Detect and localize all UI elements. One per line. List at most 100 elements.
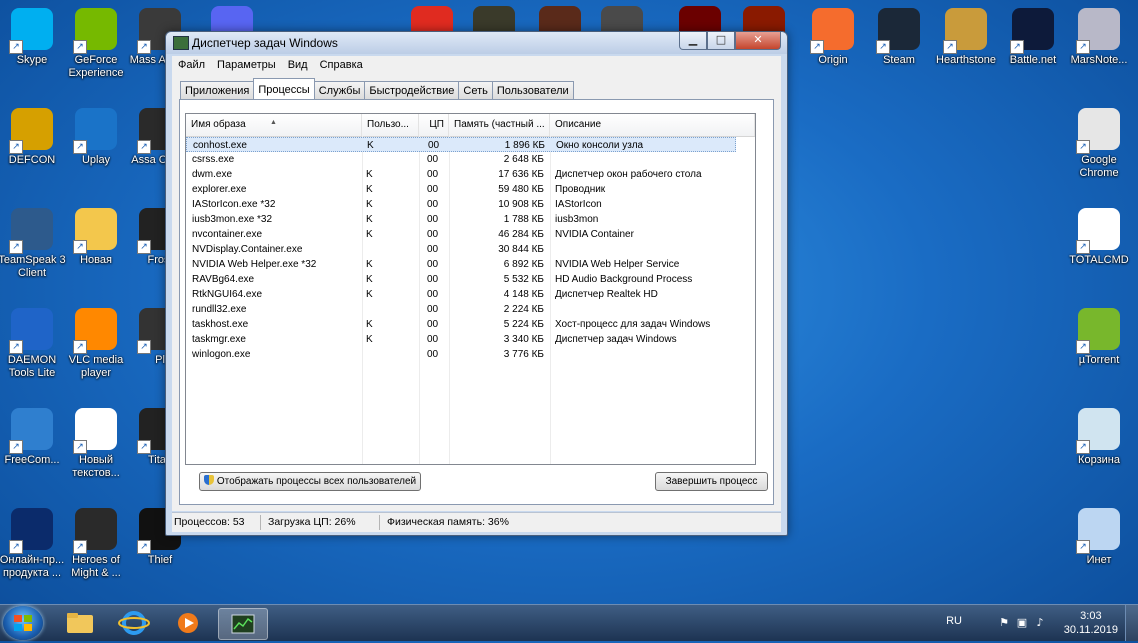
start-button[interactable]: [3, 606, 43, 640]
desktop-shortcut-heroes-of-might[interactable]: ↗ Heroes of Might & ...: [60, 508, 132, 580]
column-header-image-name[interactable]: Имя образа ▲: [186, 114, 362, 136]
cell-user: K: [367, 140, 374, 151]
desktop-shortcut-battle-net[interactable]: ↗ Battle.net: [997, 8, 1069, 67]
table-row[interactable]: RtkNGUI64.exe K 00 4 148 КБ Диспетчер Realte…: [186, 287, 755, 302]
status-cpu-usage: Загрузка ЦП: 26%: [268, 516, 356, 528]
menu-help[interactable]: Справка: [314, 56, 369, 76]
table-row[interactable]: iusb3mon.exe *32 K 00 1 788 КБ iusb3mon: [186, 212, 755, 227]
desktop-shortcut-label: Онлайн-пр... продукта ...: [0, 554, 65, 579]
battle-net-icon: ↗: [1010, 8, 1054, 54]
cell-description: iusb3mon: [555, 214, 599, 225]
geforce-experience-icon: ↗: [73, 8, 117, 54]
desktop-shortcut-torrent[interactable]: ↗ µTorrent: [1063, 308, 1135, 367]
column-header-cpu[interactable]: ЦП: [419, 114, 449, 136]
table-row[interactable]: taskhost.exe K 00 5 224 КБ Хост-процесс для …: [186, 317, 755, 332]
cell-image-name: RAVBg64.exe: [192, 274, 255, 285]
status-process-count: Процессов: 53: [174, 516, 245, 528]
table-row[interactable]: NVDisplay.Container.exe 00 30 844 КБ: [186, 242, 755, 257]
media-player-icon: [178, 613, 198, 633]
show-desktop-button[interactable]: [1125, 605, 1138, 641]
desktop-shortcut-label: TOTALCMD: [1069, 254, 1129, 266]
desktop-shortcut-origin[interactable]: ↗ Origin: [797, 8, 869, 67]
desktop-shortcut-teamspeak-3-client[interactable]: ↗ TeamSpeak 3 Client: [0, 208, 68, 280]
cell-description: HD Audio Background Process: [555, 274, 693, 285]
tab-services[interactable]: Службы: [313, 81, 366, 99]
shortcut-arrow-icon: ↗: [73, 40, 87, 54]
desktop-shortcut-steam[interactable]: ↗ Steam: [863, 8, 935, 67]
table-row[interactable]: RAVBg64.exe K 00 5 532 КБ HD Audio Backgroun…: [186, 272, 755, 287]
menu-options[interactable]: Параметры: [211, 56, 282, 76]
clock[interactable]: 3:03 30.11.2019: [1064, 609, 1118, 637]
notification-flag-icon[interactable]: ⚑: [998, 617, 1010, 629]
desktop-shortcut-marsnote[interactable]: ↗ MarsNote...: [1063, 8, 1135, 67]
tab-performance[interactable]: Быстродействие: [364, 81, 460, 99]
status-separator: [379, 515, 380, 530]
table-row[interactable]: winlogon.exe 00 3 776 КБ: [186, 347, 755, 362]
desktop-shortcut-корзина[interactable]: ↗ Корзина: [1063, 408, 1135, 467]
desktop-shortcut-новая[interactable]: ↗ Новая: [60, 208, 132, 267]
tab-users[interactable]: Пользователи: [491, 81, 574, 99]
desktop-shortcut-daemon-tools-lite[interactable]: ↗ DAEMON Tools Lite: [0, 308, 68, 380]
desktop-shortcut-новый-текстов[interactable]: ↗ Новый текстов...: [60, 408, 132, 480]
table-row[interactable]: dwm.exe K 00 17 636 КБ Диспетчер окон рабоче…: [186, 167, 755, 182]
shortcut-arrow-icon: ↗: [1076, 540, 1090, 554]
desktop-shortcut-uplay[interactable]: ↗ Uplay: [60, 108, 132, 167]
desktop-shortcut-defcon[interactable]: ↗ DEFCON: [0, 108, 68, 167]
language-indicator[interactable]: RU: [946, 615, 962, 627]
desktop-shortcut-totalcmd[interactable]: ↗ TOTALCMD: [1063, 208, 1135, 267]
shortcut-arrow-icon: ↗: [9, 440, 23, 454]
shortcut-arrow-icon: ↗: [137, 440, 151, 454]
table-row[interactable]: IAStorIcon.exe *32 K 00 10 908 КБ IAStorIcon: [186, 197, 755, 212]
tab-networking[interactable]: Сеть: [458, 81, 493, 99]
tab-applications[interactable]: Приложения: [180, 81, 255, 99]
title-bar[interactable]: Диспетчер задач Windows ▁ □ ✕: [166, 32, 787, 54]
column-header-user[interactable]: Пользо...: [362, 114, 419, 136]
shortcut-arrow-icon: ↗: [137, 40, 151, 54]
table-row[interactable]: csrss.exe 00 2 648 КБ: [186, 152, 755, 167]
desktop-shortcut-label: Hearthstone: [936, 54, 996, 66]
taskbar-ie-button[interactable]: [110, 608, 158, 638]
table-row[interactable]: taskmgr.exe K 00 3 340 КБ Диспетчер задач Wi…: [186, 332, 755, 347]
cell-image-name: NVIDIA Web Helper.exe *32: [192, 259, 317, 270]
desktop-shortcut-label: Steam: [883, 54, 915, 66]
volume-icon[interactable]: ♪: [1034, 617, 1046, 629]
table-row[interactable]: explorer.exe K 00 59 480 КБ Проводник: [186, 182, 755, 197]
column-header-memory[interactable]: Память (частный ...: [449, 114, 550, 136]
desktop-shortcut-skype[interactable]: ↗ Skype: [0, 8, 68, 67]
menu-file[interactable]: Файл: [172, 56, 211, 76]
desktop-shortcut-google-chrome[interactable]: ↗ Google Chrome: [1063, 108, 1135, 180]
minimize-button[interactable]: ▁: [679, 32, 707, 50]
show-all-processes-button[interactable]: Отображать процессы всех пользователей: [199, 472, 421, 491]
end-process-button[interactable]: Завершить процесс: [655, 472, 768, 491]
cell-user: K: [366, 214, 373, 225]
maximize-button[interactable]: □: [707, 32, 735, 50]
network-icon[interactable]: ▣: [1016, 617, 1028, 629]
cell-description: NVIDIA Container: [555, 229, 634, 240]
desktop-shortcut-label: VLC media player: [68, 354, 124, 379]
desktop-shortcut-vlc-media-player[interactable]: ↗ VLC media player: [60, 308, 132, 380]
taskbar-media-player-button[interactable]: [164, 608, 212, 638]
новый-текстов-icon: ↗: [73, 408, 117, 454]
menu-view[interactable]: Вид: [282, 56, 314, 76]
process-list[interactable]: Имя образа ▲ Пользо... ЦП Память (частны…: [185, 113, 756, 465]
cell-memory: 3 340 КБ: [503, 334, 544, 345]
desktop-shortcut-label: Thief: [147, 554, 173, 566]
close-button[interactable]: ✕: [735, 32, 781, 50]
cell-user: K: [366, 199, 373, 210]
table-row[interactable]: nvcontainer.exe K 00 46 284 КБ NVIDIA Contai…: [186, 227, 755, 242]
desktop-shortcut-geforce-experience[interactable]: ↗ GeForce Experience: [60, 8, 132, 80]
desktop-shortcut-label: Корзина: [1078, 454, 1120, 466]
taskbar-explorer-button[interactable]: [56, 608, 104, 638]
table-row[interactable]: rundll32.exe 00 2 224 КБ: [186, 302, 755, 317]
tab-processes[interactable]: Процессы: [253, 78, 315, 99]
windows-logo-icon: [14, 615, 32, 631]
desktop-shortcut-hearthstone[interactable]: ↗ Hearthstone: [930, 8, 1002, 67]
table-row[interactable]: NVIDIA Web Helper.exe *32 K 00 6 892 КБ NVID…: [186, 257, 755, 272]
taskbar-task-manager-button[interactable]: [218, 608, 268, 640]
desktop-shortcut-онлайн-пр-продукта[interactable]: ↗ Онлайн-пр... продукта ...: [0, 508, 68, 580]
table-row[interactable]: conhost.exe K 00 1 896 КБ Окно консоли узла: [186, 137, 736, 152]
desktop-shortcut-инет[interactable]: ↗ Инет: [1063, 508, 1135, 567]
desktop-shortcut-freecom[interactable]: ↗ FreeCom...: [0, 408, 68, 467]
cell-cpu: 00: [427, 289, 439, 300]
column-header-description[interactable]: Описание: [550, 114, 755, 136]
